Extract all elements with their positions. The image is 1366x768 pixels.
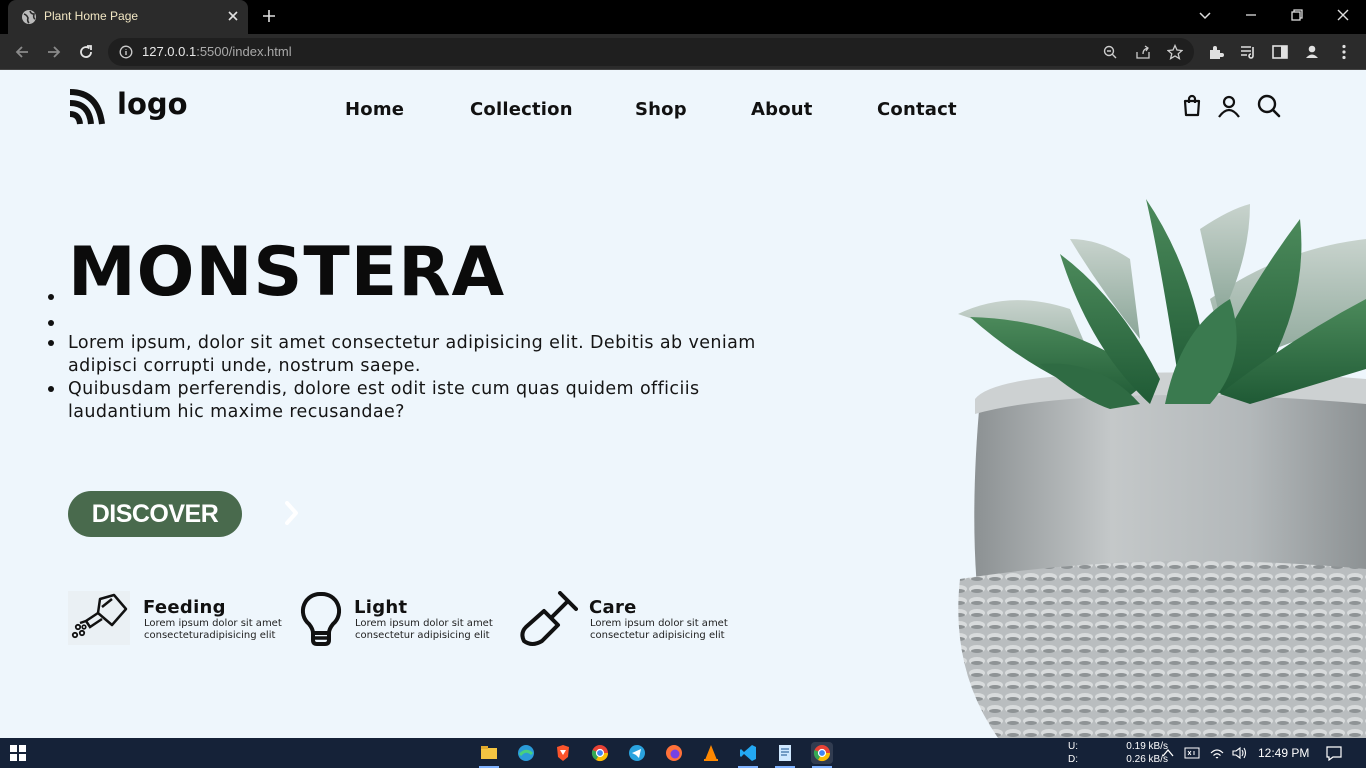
vlc-icon[interactable] xyxy=(700,742,722,764)
url-host: 127.0.0.1 xyxy=(142,44,197,59)
site-info-icon[interactable] xyxy=(119,45,133,59)
plant-image xyxy=(958,199,1366,738)
nav-home[interactable]: Home xyxy=(345,99,404,120)
user-icon[interactable] xyxy=(1217,94,1241,118)
globe-icon xyxy=(22,10,36,24)
network-speed: U: 0.19 kB/s D: 0.26 kB/s xyxy=(1068,740,1168,766)
hero-paragraph: Quibusdam perferendis, dolore est odit i… xyxy=(68,379,700,422)
net-up-label: U: xyxy=(1068,741,1078,752)
input-method-icon[interactable] xyxy=(1184,746,1200,760)
browser-tab[interactable]: Plant Home Page xyxy=(8,0,248,34)
chrome-icon[interactable] xyxy=(589,742,611,764)
list-bullet xyxy=(48,320,54,326)
firefox-icon[interactable] xyxy=(663,742,685,764)
logo-text[interactable]: logo xyxy=(117,87,188,121)
address-bar[interactable]: 127.0.0.1:5500/index.html xyxy=(108,38,1194,66)
browser-toolbar: 127.0.0.1:5500/index.html xyxy=(0,34,1366,70)
windows-taskbar: U: 0.19 kB/s D: 0.26 kB/s 12:49 PM xyxy=(0,738,1366,768)
shopping-bag-icon[interactable] xyxy=(1182,94,1202,118)
edge-icon[interactable] xyxy=(515,742,537,764)
nav-contact[interactable]: Contact xyxy=(877,99,957,120)
lightbulb-icon xyxy=(300,591,342,646)
feature-desc-line: Lorem ipsum dolor sit amet xyxy=(355,618,493,629)
discover-button[interactable]: DISCOVER xyxy=(68,491,242,537)
extensions-icon[interactable] xyxy=(1207,43,1225,61)
nav-about[interactable]: About xyxy=(751,99,813,120)
tab-title: Plant Home Page xyxy=(44,9,139,23)
net-down-value: 0.26 kB/s xyxy=(1126,754,1168,765)
volume-icon[interactable] xyxy=(1231,746,1247,760)
hero-paragraph: Lorem ipsum, dolor sit amet consectetur … xyxy=(68,333,756,376)
browser-tab-bar: Plant Home Page xyxy=(0,0,1366,34)
feature-desc-feeding: Lorem ipsum dolor sit amet consecteturad… xyxy=(144,618,294,642)
profile-icon[interactable] xyxy=(1303,43,1321,61)
watering-can-icon xyxy=(68,591,130,645)
new-tab-icon[interactable] xyxy=(261,8,277,24)
notifications-icon[interactable] xyxy=(1325,745,1343,761)
list-bullet xyxy=(48,340,54,346)
feature-title-light: Light xyxy=(354,597,408,618)
nav-collection[interactable]: Collection xyxy=(470,99,573,120)
tab-search-icon[interactable] xyxy=(1197,7,1213,23)
chrome-menu-icon[interactable] xyxy=(1335,43,1353,61)
notepad-icon[interactable] xyxy=(774,742,796,768)
media-control-icon[interactable] xyxy=(1239,43,1257,61)
file-explorer-icon[interactable] xyxy=(478,742,500,768)
feature-desc-line: Lorem ipsum dolor sit amet xyxy=(144,618,282,629)
share-icon[interactable] xyxy=(1135,44,1151,60)
chevron-up-icon[interactable] xyxy=(1161,746,1175,760)
list-bullet xyxy=(48,386,54,392)
minimize-icon[interactable] xyxy=(1243,7,1259,23)
close-tab-icon[interactable] xyxy=(226,9,240,23)
search-icon[interactable] xyxy=(1257,94,1281,118)
windows-start-icon[interactable] xyxy=(10,745,26,761)
shovel-icon xyxy=(520,591,578,646)
close-window-icon[interactable] xyxy=(1335,7,1351,23)
side-panel-icon[interactable] xyxy=(1271,43,1289,61)
reload-icon[interactable] xyxy=(77,43,95,61)
brave-icon[interactable] xyxy=(552,742,574,764)
feature-desc-line: consecteturadipisicing elit xyxy=(144,630,276,641)
chevron-right-icon[interactable] xyxy=(282,499,302,527)
feature-desc-care: Lorem ipsum dolor sit amet consectetur a… xyxy=(590,618,740,642)
feature-desc-light: Lorem ipsum dolor sit amet consectetur a… xyxy=(355,618,505,642)
net-down-row: D: 0.26 kB/s xyxy=(1068,753,1168,766)
web-page: logo Home Collection Shop About Contact … xyxy=(0,71,1366,738)
zoom-icon[interactable] xyxy=(1102,44,1118,60)
hero-title: MONSTERA xyxy=(68,233,506,312)
feature-title-care: Care xyxy=(589,597,637,618)
forward-icon[interactable] xyxy=(45,43,63,61)
logo-mark-icon[interactable] xyxy=(68,88,106,126)
feature-desc-line: consectetur adipisicing elit xyxy=(355,630,490,641)
back-icon[interactable] xyxy=(13,43,31,61)
taskbar-clock[interactable]: 12:49 PM xyxy=(1258,746,1309,760)
restore-icon[interactable] xyxy=(1289,7,1305,23)
list-bullet xyxy=(48,294,54,300)
wifi-icon[interactable] xyxy=(1209,746,1225,760)
feature-desc-line: consectetur adipisicing elit xyxy=(590,630,725,641)
nav-shop[interactable]: Shop xyxy=(635,99,687,120)
net-up-value: 0.19 kB/s xyxy=(1126,741,1168,752)
bookmark-star-icon[interactable] xyxy=(1167,44,1183,60)
url-text[interactable]: 127.0.0.1:5500/index.html xyxy=(142,44,292,59)
feature-desc-line: Lorem ipsum dolor sit amet xyxy=(590,618,728,629)
net-up-row: U: 0.19 kB/s xyxy=(1068,740,1168,753)
net-down-label: D: xyxy=(1068,754,1078,765)
chrome-active-icon[interactable] xyxy=(811,742,833,768)
url-path: :5500/index.html xyxy=(196,44,292,59)
telegram-icon[interactable] xyxy=(626,742,648,764)
feature-title-feeding: Feeding xyxy=(143,597,226,618)
vscode-icon[interactable] xyxy=(737,742,759,768)
